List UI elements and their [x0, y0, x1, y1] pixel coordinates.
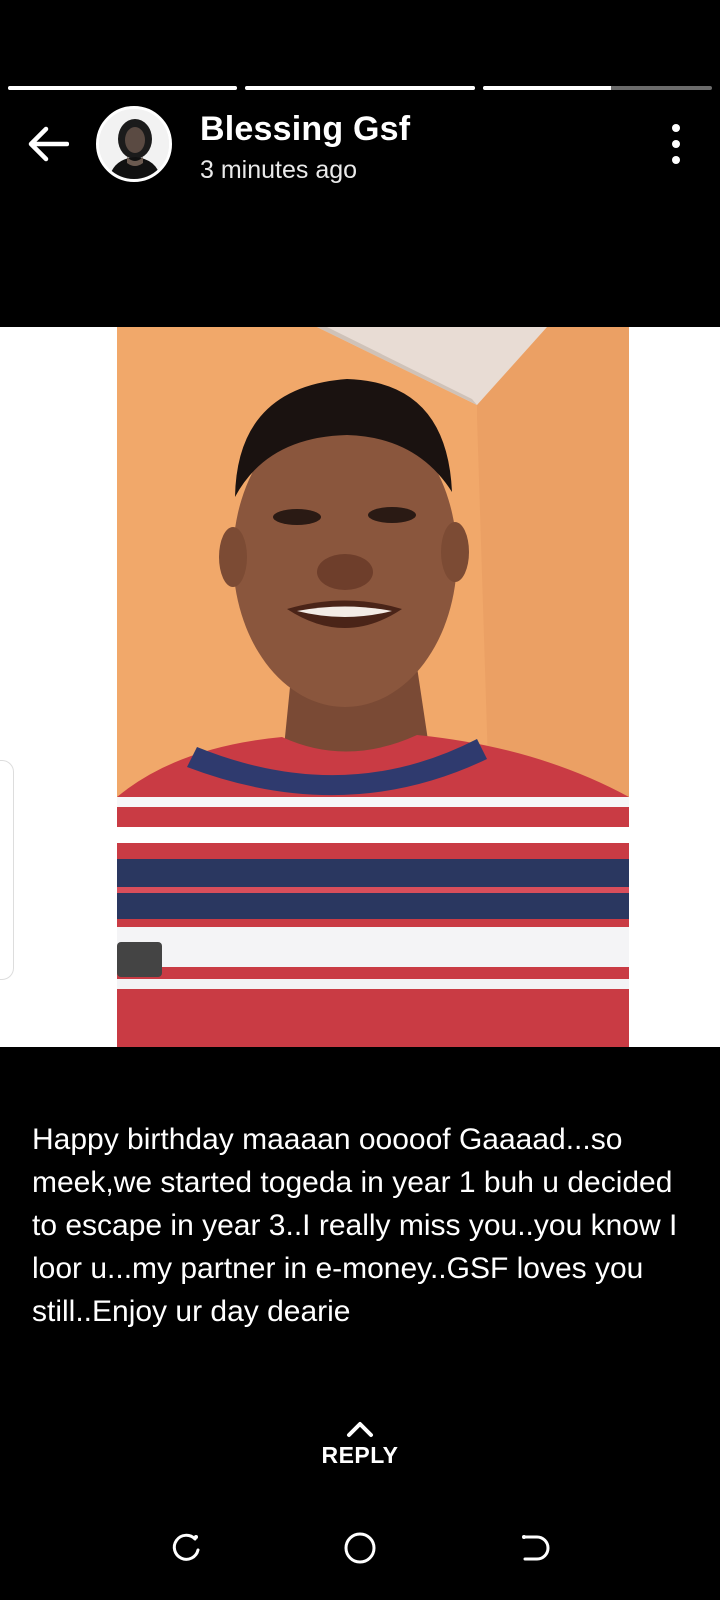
story-progress-segment-3	[482, 86, 712, 90]
recents-icon	[172, 1533, 200, 1561]
story-caption: Happy birthday maaaan ooooof Gaaaad...so…	[32, 1123, 678, 1328]
side-handle[interactable]	[0, 760, 14, 980]
more-vertical-icon	[672, 124, 680, 132]
more-options-button[interactable]	[664, 124, 688, 164]
story-header: Blessing Gsf 3 minutes ago	[0, 104, 720, 184]
reply-label: REPLY	[321, 1442, 399, 1468]
nav-back-icon	[522, 1535, 550, 1561]
story-photo	[117, 327, 629, 1047]
reply-button[interactable]: REPLY	[0, 1420, 720, 1469]
avatar[interactable]	[96, 106, 172, 182]
recents-button[interactable]	[156, 1526, 216, 1570]
poster-name: Blessing Gsf	[200, 110, 411, 148]
home-icon	[344, 1532, 376, 1564]
home-button[interactable]	[330, 1526, 390, 1570]
back-button[interactable]	[22, 120, 74, 168]
avatar-image	[99, 109, 169, 179]
system-nav-bar	[0, 1490, 720, 1600]
story-progress-segment-1	[8, 86, 238, 90]
story-media[interactable]	[0, 327, 720, 1047]
portrait-illustration	[117, 327, 629, 1047]
chevron-up-icon	[347, 1422, 373, 1437]
progress-fill-2	[245, 86, 475, 90]
arrow-left-icon	[28, 126, 69, 162]
post-timestamp: 3 minutes ago	[200, 156, 358, 184]
story-progress-segment-2	[245, 86, 475, 90]
back-nav-button[interactable]	[504, 1526, 564, 1570]
story-progress	[8, 86, 712, 90]
progress-fill-3	[482, 86, 612, 90]
progress-fill-1	[8, 86, 238, 90]
